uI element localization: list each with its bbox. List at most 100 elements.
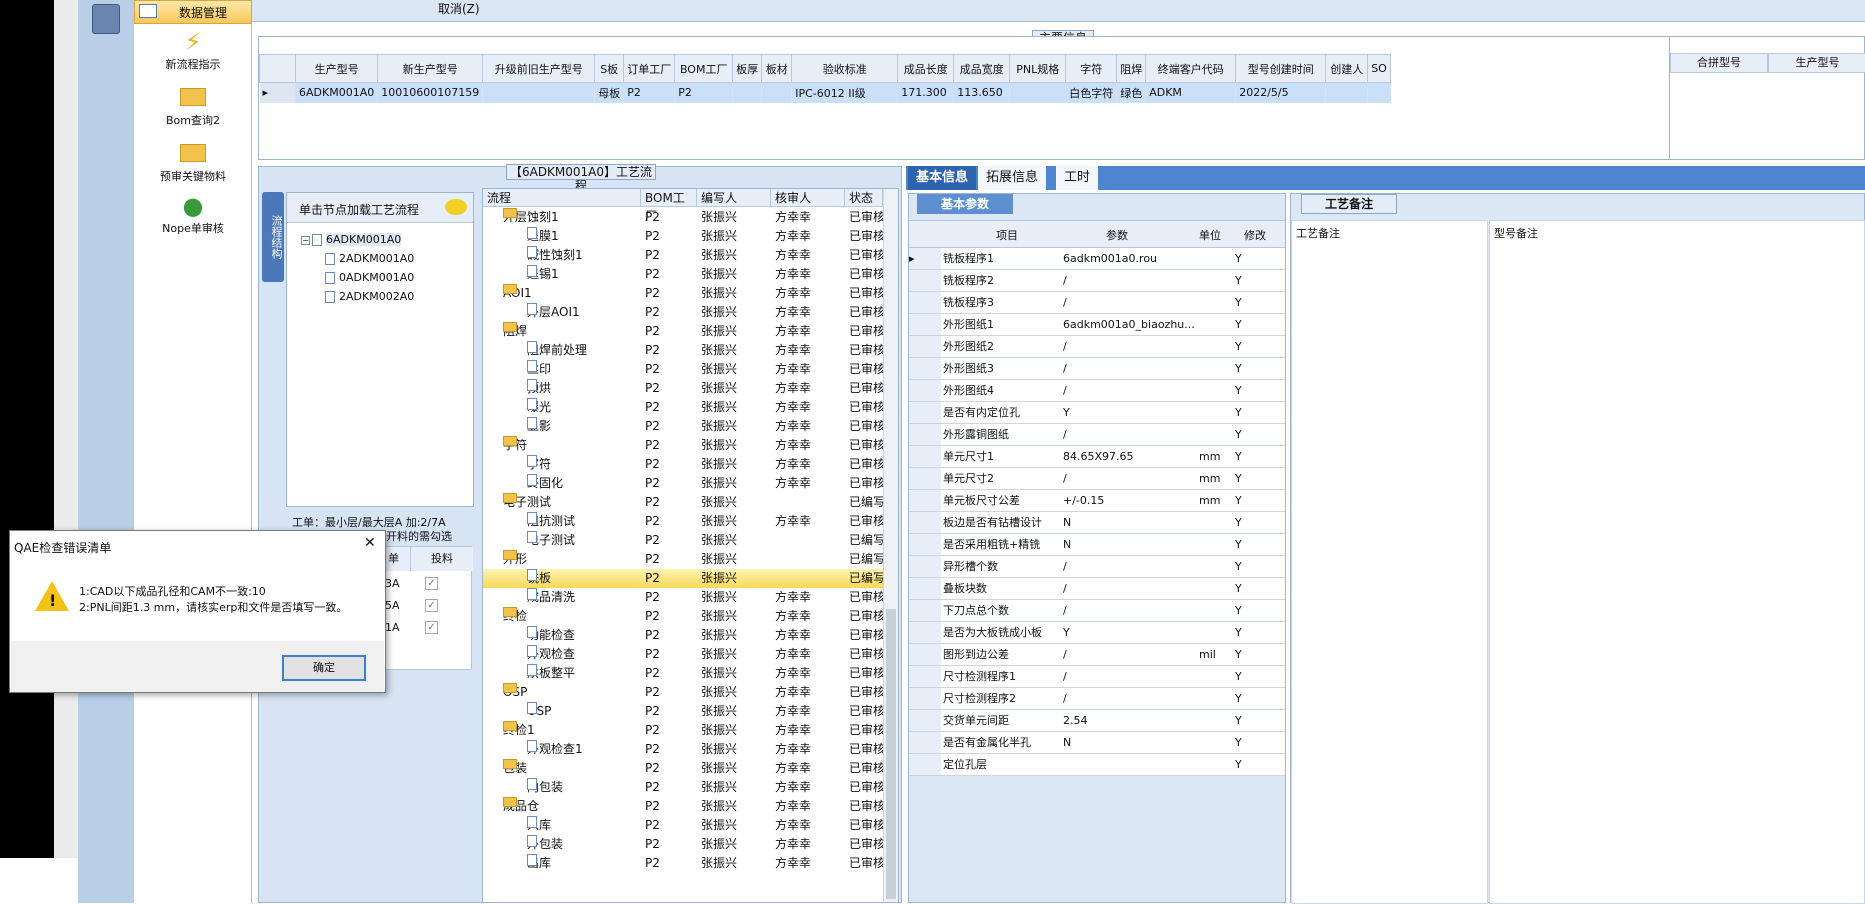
flow-row[interactable]: 退锡1 P2 张振兴 方幸幸 已审核 bbox=[483, 265, 883, 284]
feed-checkbox[interactable]: ✓ bbox=[425, 621, 438, 634]
param-value[interactable]: +/-0.15 bbox=[1063, 490, 1197, 512]
param-row[interactable]: 外形图纸4 / Y bbox=[909, 380, 1285, 402]
flow-row[interactable]: 成品清洗 P2 张振兴 方幸幸 已审核 bbox=[483, 588, 883, 607]
param-row[interactable]: 异形槽个数 / Y bbox=[909, 556, 1285, 578]
params-col-header[interactable]: 单位 bbox=[1195, 227, 1225, 243]
param-row[interactable]: 单元板尺寸公差 +/-0.15 mm Y bbox=[909, 490, 1285, 512]
flow-row[interactable]: −外形 P2 张振兴 已编写 bbox=[483, 550, 883, 569]
tree-node[interactable]: 0ADKM001A0 bbox=[325, 271, 414, 284]
params-col-header[interactable]: 项目 bbox=[949, 227, 1065, 243]
row-selector[interactable] bbox=[909, 600, 941, 621]
row-selector[interactable] bbox=[909, 446, 941, 467]
param-row[interactable]: 是否采用粗铣+精铣 N Y bbox=[909, 534, 1285, 556]
col-header[interactable]: 阻焊 bbox=[1116, 54, 1147, 83]
main-info-cell[interactable]: 6ADKM001A0 bbox=[295, 82, 379, 103]
param-row[interactable]: 交货单元间距 2.54 Y bbox=[909, 710, 1285, 732]
col-header[interactable]: 生产型号 bbox=[294, 54, 379, 83]
flow-col-header[interactable]: BOM工厂 bbox=[641, 189, 697, 223]
flow-row[interactable]: −阻焊 P2 张振兴 方幸幸 已审核 bbox=[483, 322, 883, 341]
nav-item-key-material[interactable]: 预审关键物料 bbox=[134, 140, 252, 184]
tab-basic-params[interactable]: 基本参数 bbox=[917, 194, 1013, 214]
flow-row[interactable]: −OSP P2 张振兴 方幸幸 已审核 bbox=[483, 683, 883, 702]
flow-row[interactable]: 显影 P2 张振兴 方幸幸 已审核 bbox=[483, 417, 883, 436]
main-info-cell[interactable] bbox=[482, 82, 596, 103]
param-row[interactable]: 下刀点总个数 / Y bbox=[909, 600, 1285, 622]
main-info-cell[interactable]: 绿色 bbox=[1116, 82, 1147, 103]
merge-model-header[interactable]: 合拼型号 bbox=[1670, 53, 1768, 73]
tab-extended-info[interactable]: 拓展信息 bbox=[978, 166, 1047, 190]
main-info-cell[interactable] bbox=[761, 82, 793, 103]
flow-row[interactable]: −终检 P2 张振兴 方幸幸 已审核 bbox=[483, 607, 883, 626]
param-value[interactable]: N bbox=[1063, 512, 1197, 534]
param-value[interactable]: / bbox=[1063, 666, 1197, 688]
param-value[interactable]: / bbox=[1063, 688, 1197, 710]
row-selector[interactable] bbox=[909, 534, 941, 555]
main-info-cell[interactable]: 171.300 bbox=[897, 82, 955, 103]
col-header[interactable]: BOM工厂 bbox=[674, 54, 734, 83]
tab-flow-structure[interactable]: 流程结构 bbox=[262, 192, 284, 282]
param-value[interactable]: / bbox=[1063, 380, 1197, 402]
calculator-icon[interactable] bbox=[92, 4, 120, 34]
col-header[interactable]: 成品长度 bbox=[897, 54, 955, 83]
nav-item-nope-review[interactable]: ● Nope单审核 bbox=[134, 192, 252, 236]
param-row[interactable]: 板边是否有钻槽设计 N Y bbox=[909, 512, 1285, 534]
param-row[interactable]: 单元尺寸1 84.65X97.65 mm Y bbox=[909, 446, 1285, 468]
param-row[interactable]: 外形露铜图纸 / Y bbox=[909, 424, 1285, 446]
flow-row[interactable]: 外观检查 P2 张振兴 方幸幸 已审核 bbox=[483, 645, 883, 664]
main-info-cell[interactable] bbox=[1367, 82, 1391, 103]
param-row[interactable]: 定位孔层 Y bbox=[909, 754, 1285, 776]
row-selector[interactable] bbox=[909, 490, 941, 511]
row-selector[interactable] bbox=[909, 314, 941, 335]
flow-row[interactable]: 功能检查 P2 张振兴 方幸幸 已审核 bbox=[483, 626, 883, 645]
col-header[interactable]: 新生产型号 bbox=[377, 54, 484, 83]
flow-row[interactable]: 预烘 P2 张振兴 方幸幸 已审核 bbox=[483, 379, 883, 398]
flow-row[interactable]: 终固化 P2 张振兴 方幸幸 已审核 bbox=[483, 474, 883, 493]
main-info-cell[interactable]: 母板 bbox=[594, 82, 625, 103]
row-selector[interactable] bbox=[909, 732, 941, 753]
tab-process-notes[interactable]: 工艺备注 bbox=[1301, 194, 1397, 214]
ok-button[interactable]: 确定 bbox=[282, 655, 366, 681]
col-header[interactable]: PNL规格 bbox=[1009, 54, 1067, 83]
flow-row[interactable]: 外包装 P2 张振兴 方幸幸 已审核 bbox=[483, 835, 883, 854]
main-info-cell[interactable]: 113.650 bbox=[953, 82, 1011, 103]
main-info-cell[interactable]: 10010600107159 bbox=[377, 82, 484, 103]
col-header[interactable]: 板材 bbox=[761, 54, 793, 83]
row-selector[interactable] bbox=[909, 292, 941, 313]
param-value[interactable]: Y bbox=[1063, 622, 1197, 644]
tab-work-hours[interactable]: 工时 bbox=[1056, 166, 1099, 190]
row-selector[interactable] bbox=[909, 644, 941, 665]
col-header[interactable]: 创建人 bbox=[1325, 54, 1369, 83]
flow-col-header[interactable]: 流程 bbox=[483, 189, 641, 207]
flow-row[interactable]: 阻焊前处理 P2 张振兴 方幸幸 已审核 bbox=[483, 341, 883, 360]
row-selector[interactable] bbox=[909, 578, 941, 599]
row-selector[interactable] bbox=[909, 468, 941, 489]
row-selector[interactable] bbox=[909, 358, 941, 379]
flow-row[interactable]: 字符 P2 张振兴 方幸幸 已审核 bbox=[483, 455, 883, 474]
main-info-cell[interactable]: 2022/5/5 bbox=[1235, 82, 1327, 103]
row-selector[interactable] bbox=[909, 754, 941, 775]
flow-row[interactable]: 铣板 P2 张振兴 已编写 bbox=[483, 569, 883, 588]
row-selector[interactable] bbox=[909, 688, 941, 709]
param-row[interactable]: 外形图纸2 / Y bbox=[909, 336, 1285, 358]
param-row[interactable]: 叠板块数 / Y bbox=[909, 578, 1285, 600]
row-selector[interactable] bbox=[909, 402, 941, 423]
main-info-cell[interactable]: ADKM bbox=[1145, 82, 1237, 103]
tab-basic-info[interactable]: 基本信息 bbox=[908, 166, 977, 190]
flow-row[interactable]: 内包装 P2 张振兴 方幸幸 已审核 bbox=[483, 778, 883, 797]
flow-col-header[interactable]: 核审人 bbox=[771, 189, 845, 207]
main-info-cell[interactable]: 白色字符 bbox=[1065, 82, 1118, 103]
tree-root[interactable]: −6ADKM001A0 bbox=[301, 233, 402, 246]
param-row[interactable]: 尺寸检测程序2 / Y bbox=[909, 688, 1285, 710]
param-value[interactable]: 6adkm001a0_biaozhu... bbox=[1063, 314, 1197, 336]
flow-row[interactable]: −成品仓 P2 张振兴 方幸幸 已审核 bbox=[483, 797, 883, 816]
main-info-cell[interactable] bbox=[732, 82, 763, 103]
flow-row[interactable]: 烘板整平 P2 张振兴 方幸幸 已审核 bbox=[483, 664, 883, 683]
col-header[interactable]: 验收标准 bbox=[791, 54, 899, 83]
param-value[interactable]: 84.65X97.65 bbox=[1063, 446, 1197, 468]
flow-row[interactable]: OSP P2 张振兴 方幸幸 已审核 bbox=[483, 702, 883, 721]
row-selector[interactable] bbox=[909, 380, 941, 401]
row-selector[interactable]: ▸ bbox=[909, 248, 941, 269]
flow-row[interactable]: −终检1 P2 张振兴 方幸幸 已审核 bbox=[483, 721, 883, 740]
param-value[interactable]: N bbox=[1063, 732, 1197, 754]
param-value[interactable]: / bbox=[1063, 270, 1197, 292]
